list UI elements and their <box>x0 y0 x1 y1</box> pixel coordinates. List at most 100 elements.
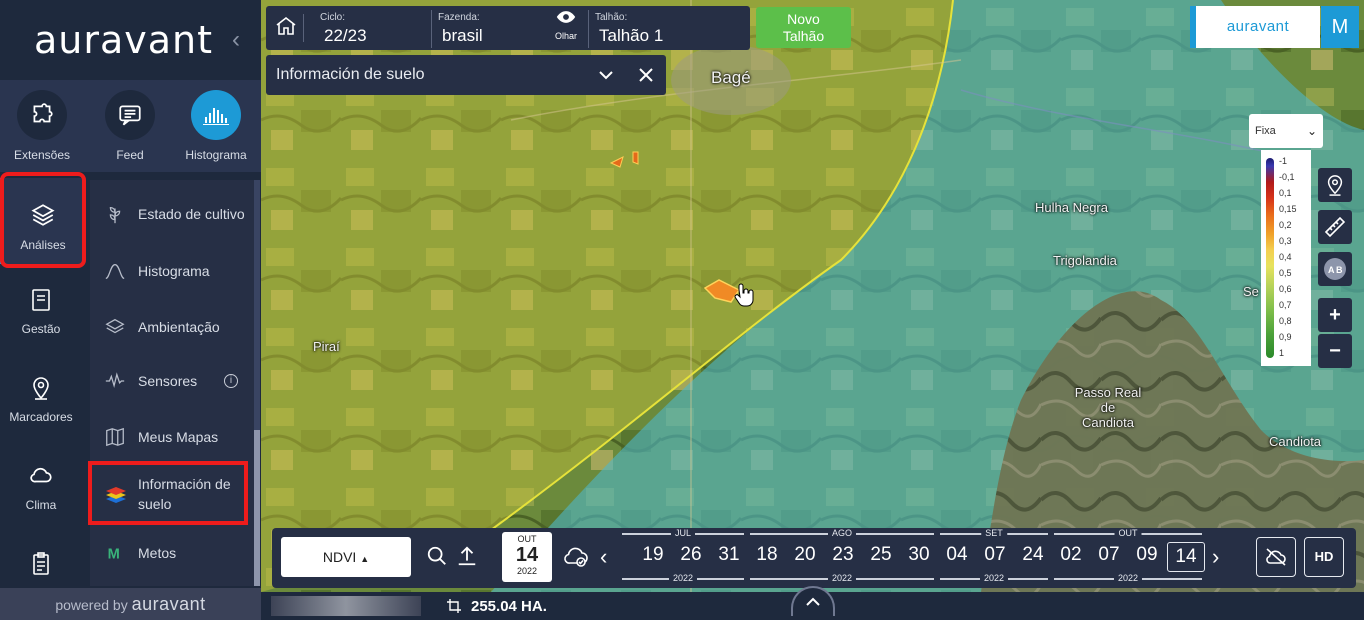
legend-value: -1 <box>1279 156 1288 166</box>
submenu-item-metos[interactable]: M Metos <box>90 528 254 578</box>
novo-talhao-button[interactable]: Novo Talhão <box>756 7 851 48</box>
layers-icon <box>4 202 82 232</box>
histogram-button[interactable]: Histograma <box>178 90 254 162</box>
field-selector-bar: Ciclo: 22/23 Fazenda: brasil Olhar Talhã… <box>266 6 750 50</box>
submenu-scrollbar[interactable] <box>254 180 260 586</box>
feed-icon <box>105 90 155 140</box>
sidebar: auravant ‹ Extensões Feed Histograma Aná… <box>0 0 261 620</box>
legend-value: 1 <box>1279 348 1285 358</box>
search-icon[interactable] <box>426 545 448 572</box>
crop-state-icon <box>104 203 126 225</box>
previous-date-button[interactable]: ‹ <box>600 544 607 570</box>
rail-item-analises[interactable]: Análises <box>0 178 82 264</box>
date-option[interactable]: 04 <box>940 544 974 566</box>
date-option[interactable]: 30 <box>902 544 936 566</box>
user-avatar[interactable]: M <box>1321 6 1359 48</box>
map-label-trigolandia: Trigolandia <box>1053 253 1117 268</box>
legend-value: 0,5 <box>1279 268 1292 278</box>
legend-value: 0,3 <box>1279 236 1292 246</box>
talhao-label: Talhão: <box>595 12 628 23</box>
rail-item-gestao[interactable]: Gestão <box>0 286 82 336</box>
compare-ab-button[interactable]: AB <box>1318 252 1352 286</box>
date-option[interactable]: 07 <box>1092 544 1126 566</box>
ciclo-selector[interactable]: Ciclo: 22/23 <box>314 10 432 48</box>
scrollbar-thumb[interactable] <box>254 430 260 586</box>
date-option[interactable]: 24 <box>1016 544 1050 566</box>
date-option[interactable]: 07 <box>978 544 1012 566</box>
zoom-in-button[interactable]: + <box>1318 298 1352 332</box>
map-label-pirai: Piraí <box>313 339 340 354</box>
pin-icon <box>1327 175 1343 196</box>
logo-area: auravant ‹ <box>0 0 261 80</box>
submenu-item-ambientacao[interactable]: Ambientação <box>90 302 254 352</box>
bell-curve-icon <box>104 260 126 282</box>
extensions-button[interactable]: Extensões <box>4 90 80 162</box>
histogram-icon <box>191 90 241 140</box>
collapse-sidebar-button[interactable]: ‹ <box>232 26 240 54</box>
ciclo-value: 22/23 <box>324 26 367 45</box>
upload-icon[interactable] <box>456 545 478 572</box>
cloud-off-icon <box>1266 548 1286 566</box>
selected-date-box[interactable]: OUT 14 2022 <box>502 532 552 582</box>
date-option[interactable]: 20 <box>788 544 822 566</box>
scale-mode-select[interactable]: Fixa ⌄ <box>1249 114 1323 148</box>
date-option[interactable]: 31 <box>712 544 746 566</box>
olhar-button[interactable]: Olhar <box>548 10 584 48</box>
rail-item-clima[interactable]: Clima <box>0 462 82 512</box>
svg-text:M: M <box>108 547 120 563</box>
submenu-label: Estado de cultivo <box>138 206 245 222</box>
index-selector-button[interactable]: NDVI ▲ <box>281 537 411 577</box>
cloud-check-icon[interactable] <box>562 545 590 574</box>
submenu-item-estado-de-cultivo[interactable]: Estado de cultivo <box>90 188 254 240</box>
submenu-label: Información de suelo <box>138 476 231 512</box>
month-name: OUT <box>1114 528 1142 538</box>
talhao-selector[interactable]: Talhão: Talhão 1 <box>588 10 746 48</box>
legend-value: 0,15 <box>1279 204 1297 214</box>
date-option[interactable]: 18 <box>750 544 784 566</box>
home-button[interactable] <box>274 14 304 42</box>
top-tools: Extensões Feed Histograma <box>0 80 261 172</box>
rail-item-marcadores[interactable]: Marcadores <box>0 374 82 424</box>
submenu-item-sensores[interactable]: Sensores i <box>90 356 254 406</box>
date-month: OUT <box>517 534 537 544</box>
date-option-selected[interactable]: 14 <box>1167 542 1205 572</box>
legend-value: 0,1 <box>1279 188 1292 198</box>
date-option[interactable]: 02 <box>1054 544 1088 566</box>
info-icon[interactable]: i <box>224 374 238 388</box>
submenu-item-meus-mapas[interactable]: Meus Mapas <box>90 412 254 462</box>
date-option[interactable]: 25 <box>864 544 898 566</box>
date-option[interactable]: 23 <box>826 544 860 566</box>
zoom-out-button[interactable]: − <box>1318 334 1352 368</box>
rail-item-label: Clima <box>25 498 57 512</box>
talhao-value: Talhão 1 <box>599 26 664 45</box>
measure-button[interactable] <box>1318 210 1352 244</box>
map-label-se: Se <box>1243 284 1259 299</box>
map-icon <box>104 426 126 448</box>
feed-button[interactable]: Feed <box>92 90 168 162</box>
chevron-down-icon[interactable] <box>596 65 616 90</box>
submenu-label: Ambientação <box>138 319 220 335</box>
submenu-label: Meus Mapas <box>138 429 219 445</box>
rail-item-more[interactable] <box>0 550 82 580</box>
legend-value: 0,9 <box>1279 332 1292 342</box>
submenu-label: Metos <box>138 545 177 561</box>
date-option[interactable]: 26 <box>674 544 708 566</box>
layers-icon <box>104 316 126 338</box>
submenu-item-histograma[interactable]: Histograma <box>90 246 254 296</box>
submenu-item-informacion-de-suelo[interactable]: Información de suelo <box>90 464 254 524</box>
home-icon <box>276 16 296 35</box>
close-icon[interactable] <box>636 65 656 90</box>
month-year: 2022 <box>668 573 698 583</box>
date-option[interactable]: 19 <box>636 544 670 566</box>
next-date-button[interactable]: › <box>1212 544 1219 570</box>
puzzle-icon <box>17 90 67 140</box>
hd-button[interactable]: HD <box>1304 537 1344 577</box>
cloud-filter-button[interactable] <box>1256 537 1296 577</box>
ab-compare-icon: AB <box>1324 258 1346 280</box>
analises-submenu: Estado de cultivo Histograma Ambientação… <box>90 180 254 586</box>
map-label-passo-real-de-candiota: Passo Real de Candiota <box>1074 385 1142 430</box>
ciclo-label: Ciclo: <box>320 12 346 23</box>
informacion-de-suelo-panel: Información de suelo <box>266 55 666 95</box>
location-button[interactable] <box>1318 168 1352 202</box>
date-option[interactable]: 09 <box>1130 544 1164 566</box>
